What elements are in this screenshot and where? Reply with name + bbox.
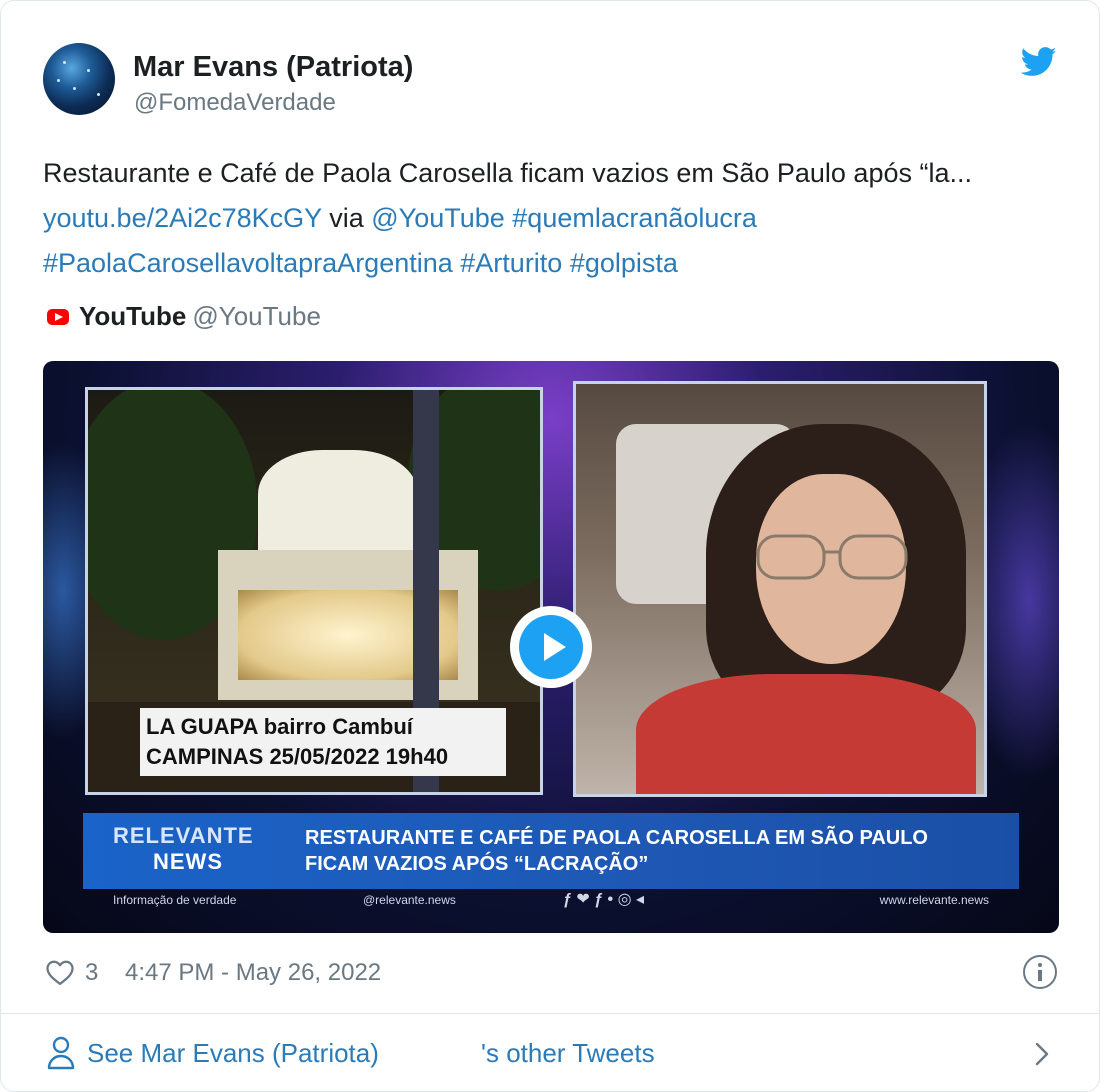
caption-line: CAMPINAS 25/05/2022 19h40 [146, 744, 449, 769]
twitter-bird-icon[interactable] [1021, 47, 1057, 77]
brand-line: RELEVANTE [113, 823, 254, 848]
video-thumbnail[interactable]: LA GUAPA bairro Cambuí CAMPINAS 25/05/20… [43, 361, 1059, 933]
shirt [636, 674, 976, 794]
author-avatar[interactable] [43, 43, 115, 115]
heart-icon[interactable] [45, 958, 75, 986]
tweet-meta: 3 4:47 PM - May 26, 2022 [45, 955, 1057, 995]
brand-line: NEWS [153, 849, 223, 874]
play-button[interactable] [510, 606, 592, 688]
info-icon[interactable] [1023, 955, 1057, 989]
news-lower-third: RELEVANTE NEWS RESTAURANTE E CAFÉ DE PAO… [83, 813, 1019, 889]
news-footer-tagline: Informação de verdade [113, 893, 237, 907]
see-more-label-suffix[interactable]: 's other Tweets [481, 1038, 655, 1069]
author-name[interactable]: Mar Evans (Patriota) [133, 51, 413, 84]
news-brand: RELEVANTE NEWS [113, 823, 283, 875]
see-other-tweets-link[interactable]: See Mar Evans (Patriota) 's other Tweets [1, 1014, 1099, 1091]
video-source-name: YouTube [79, 301, 187, 331]
hashtag[interactable]: #PaolaCarosellavoltapraArgentina [43, 248, 453, 278]
youtube-icon [47, 308, 69, 325]
glasses-icon [756, 534, 908, 580]
portrait-photo [573, 381, 987, 797]
location-caption: LA GUAPA bairro Cambuí CAMPINAS 25/05/20… [140, 708, 506, 776]
hashtag[interactable]: #quemlacranãolucra [512, 203, 757, 233]
caption-line: LA GUAPA bairro Cambuí [146, 714, 413, 739]
hashtag[interactable]: #Arturito [460, 248, 562, 278]
tweet-text: Restaurante e Café de Paola Carosella fi… [43, 151, 1063, 286]
house-roof [258, 450, 418, 560]
restaurant-photo: LA GUAPA bairro Cambuí CAMPINAS 25/05/20… [85, 387, 543, 795]
tweet-header: Mar Evans (Patriota) @FomedaVerdade [43, 43, 1059, 117]
social-icons: ƒ ❤ ƒ • ◎ ◂ [563, 891, 645, 908]
mention-youtube[interactable]: @YouTube [371, 203, 505, 233]
author-handle[interactable]: @FomedaVerdade [134, 89, 336, 117]
news-footer-bar: Informação de verdade @relevante.news ƒ … [83, 889, 1019, 917]
video-source-line[interactable]: YouTube @YouTube [47, 301, 321, 333]
tweet-text-plain: Restaurante e Café de Paola Carosella fi… [43, 158, 972, 188]
video-source-handle: @YouTube [192, 301, 321, 331]
embedded-tweet-card: Mar Evans (Patriota) @FomedaVerdade Rest… [0, 0, 1100, 1092]
tweet-link[interactable]: youtu.be/2Ai2c78KcGY [43, 203, 322, 233]
headline-line: FICAM VAZIOS APÓS “LACRAÇÃO” [305, 853, 649, 875]
play-icon [519, 615, 583, 679]
tweet-timestamp[interactable]: 4:47 PM - May 26, 2022 [125, 959, 381, 987]
see-more-label[interactable]: See Mar Evans (Patriota) [87, 1038, 379, 1069]
news-footer-handle: @relevante.news [363, 893, 456, 907]
news-headline: RESTAURANTE E CAFÉ DE PAOLA CAROSELLA EM… [305, 825, 1005, 877]
tweet-text-via: via [329, 203, 364, 233]
news-footer-website: www.relevante.news [879, 893, 989, 907]
person-icon [47, 1036, 75, 1070]
hashtag[interactable]: #golpista [570, 248, 678, 278]
chevron-right-icon[interactable] [1035, 1042, 1049, 1066]
like-count[interactable]: 3 [85, 959, 98, 987]
headline-line: RESTAURANTE E CAFÉ DE PAOLA CAROSELLA EM… [305, 827, 928, 849]
